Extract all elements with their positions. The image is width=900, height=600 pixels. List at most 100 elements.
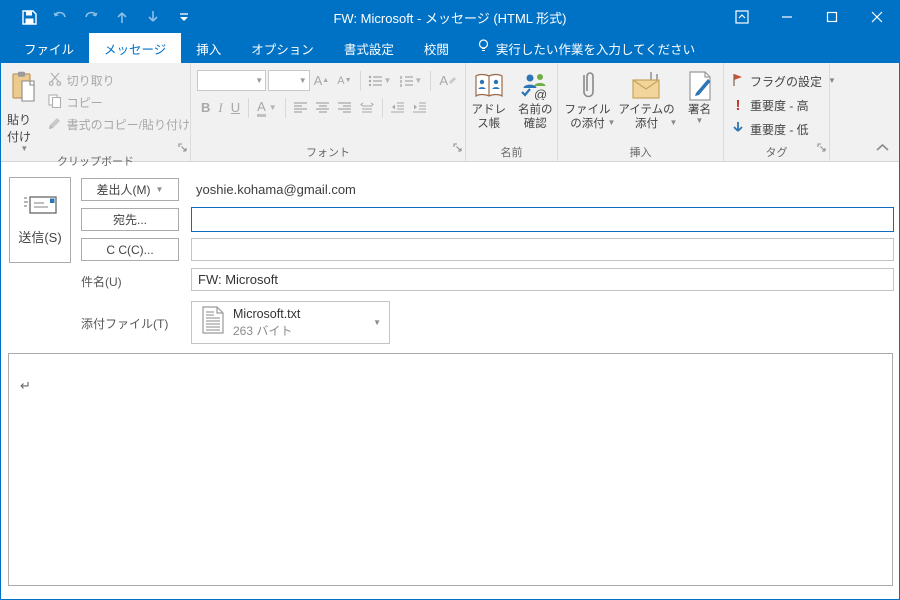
font-size-combobox[interactable]: ▼ [268,70,310,91]
ribbon-spacer [830,63,899,161]
format-painter-label: 書式のコピー/貼り付け [66,117,190,132]
tab-insert[interactable]: 挿入 [181,33,236,63]
high-importance-button[interactable]: ! 重要度 - 高 [732,93,836,117]
check-names-label: 名前の確認 [517,104,553,130]
tab-options[interactable]: オプション [236,33,329,63]
paste-button[interactable]: 貼り付け ▼ [7,66,42,153]
high-importance-icon: ! [735,96,741,114]
format-painter-button[interactable]: 書式のコピー/貼り付け [48,113,190,135]
align-right-button[interactable] [337,102,352,113]
cc-button[interactable]: C C(C)... [81,238,179,261]
from-button[interactable]: 差出人(M) ▼ [81,178,179,201]
tab-review[interactable]: 校閲 [409,33,464,63]
undo-icon[interactable] [49,6,71,28]
attachment-file-icon [202,306,224,339]
clipboard-dialog-launcher-icon[interactable] [178,139,187,157]
clipboard-icon [10,71,38,108]
align-center-button[interactable] [315,102,330,113]
ribbon-tab-row: ファイル メッセージ 挿入 オプション 書式設定 校閲 実行したい作業を入力して… [1,33,899,63]
send-label: 送信(S) [18,230,62,245]
copy-icon [48,93,62,111]
signature-button[interactable]: 署名 ▼ [680,66,720,142]
clear-formatting-button[interactable]: A [439,73,457,88]
bold-button[interactable]: B [201,100,210,115]
attach-file-button[interactable]: ファイルの添付 ▼ [562,66,616,142]
tab-message[interactable]: メッセージ [89,33,182,63]
attachment-caret-icon: ▼ [373,317,381,327]
from-caret-icon: ▼ [155,184,164,194]
customize-qat-icon[interactable] [173,6,195,28]
font-group-label: フォント [306,146,350,159]
to-button[interactable]: 宛先... [81,208,179,231]
subject-label: 件名(U) [81,275,122,289]
font-color-button[interactable]: A ▼ [257,99,277,117]
group-include: ファイルの添付 ▼ アイテムの添付 ▼ 署名 ▼ 挿入 [558,63,724,161]
include-group-label: 挿入 [629,146,652,159]
group-clipboard: 貼り付け ▼ 切り取り コピー 書式のコピー/貼り付け クリップボード [1,63,191,168]
group-names: アドレス帳 @ 名前の確認 名前 [466,63,558,161]
low-importance-button[interactable]: 重要度 - 低 [732,117,836,141]
attachment-label: 添付ファイル(T) [81,317,169,331]
attach-item-icon [631,69,663,103]
address-book-label: アドレス帳 [471,104,506,130]
paragraph-return-mark: ↵ [20,378,31,393]
tab-format-text[interactable]: 書式設定 [329,33,409,63]
message-body[interactable]: ↵ [8,353,893,586]
save-icon[interactable] [18,6,40,28]
to-input[interactable] [191,207,894,232]
minimize-button[interactable] [764,1,809,33]
tab-file[interactable]: ファイル [9,33,89,63]
from-address: yoshie.kohama@gmail.com [196,182,356,197]
group-tags: フラグの設定 ▼ ! 重要度 - 高 重要度 - 低 タグ [724,63,836,161]
font-dialog-launcher-icon[interactable] [453,139,462,157]
copy-label: コピー [66,95,103,110]
italic-button[interactable]: I [218,100,222,116]
format-painter-icon [48,116,62,133]
increase-indent-button[interactable] [412,102,427,113]
maximize-button[interactable] [809,1,854,33]
align-left-button[interactable] [293,102,308,113]
names-group-label: 名前 [500,146,523,159]
ribbon: 貼り付け ▼ 切り取り コピー 書式のコピー/貼り付け クリップボード ▼ ▼ … [1,63,899,168]
grow-font-button[interactable]: A ▲ [314,73,330,88]
attach-item-button[interactable]: アイテムの添付 ▼ [618,66,678,142]
check-names-icon: @ [520,69,550,103]
tell-me-box[interactable]: 実行したい作業を入力してください [478,33,695,63]
close-button[interactable] [854,1,899,33]
cc-input[interactable] [191,238,894,261]
next-item-icon[interactable] [142,6,164,28]
attach-item-caret-icon: ▼ [669,118,678,127]
send-button[interactable]: 送信(S) [9,177,71,263]
attach-item-label: アイテムの添付 [618,104,675,130]
attachment-name: Microsoft.txt [233,306,301,321]
combo-caret-icon: ▼ [255,76,264,85]
attachment-size: 263 バイト [233,323,293,338]
collapse-ribbon-icon[interactable] [876,138,889,156]
ribbon-display-options-icon[interactable] [719,1,764,33]
subject-input[interactable] [191,268,894,291]
shrink-font-button[interactable]: A ▼ [337,75,351,87]
distribute-text-button[interactable] [359,102,374,114]
flag-icon [732,73,744,90]
check-names-button[interactable]: @ 名前の確認 [513,66,557,142]
redo-icon[interactable] [80,6,102,28]
address-book-icon [474,69,504,103]
font-name-combobox[interactable]: ▼ [197,70,267,91]
cut-button[interactable]: 切り取り [48,69,190,91]
signature-icon [688,69,712,103]
bullets-button[interactable]: ▼ [368,75,391,87]
numbering-button[interactable]: ▼ [399,75,422,87]
copy-button[interactable]: コピー [48,91,190,113]
paperclip-icon [579,69,597,103]
decrease-indent-button[interactable] [390,102,405,113]
to-button-label: 宛先... [112,213,147,227]
follow-up-button[interactable]: フラグの設定 ▼ [732,69,836,93]
attachment-chip[interactable]: Microsoft.txt 263 バイト ▼ [191,301,390,344]
tags-dialog-launcher-icon[interactable] [817,139,826,157]
paste-label: 貼り付け [7,113,32,144]
attach-file-caret-icon: ▼ [607,118,616,127]
address-book-button[interactable]: アドレス帳 [466,66,511,142]
underline-button[interactable]: U [231,100,240,115]
from-button-label: 差出人(M) [96,183,151,197]
previous-item-icon[interactable] [111,6,133,28]
